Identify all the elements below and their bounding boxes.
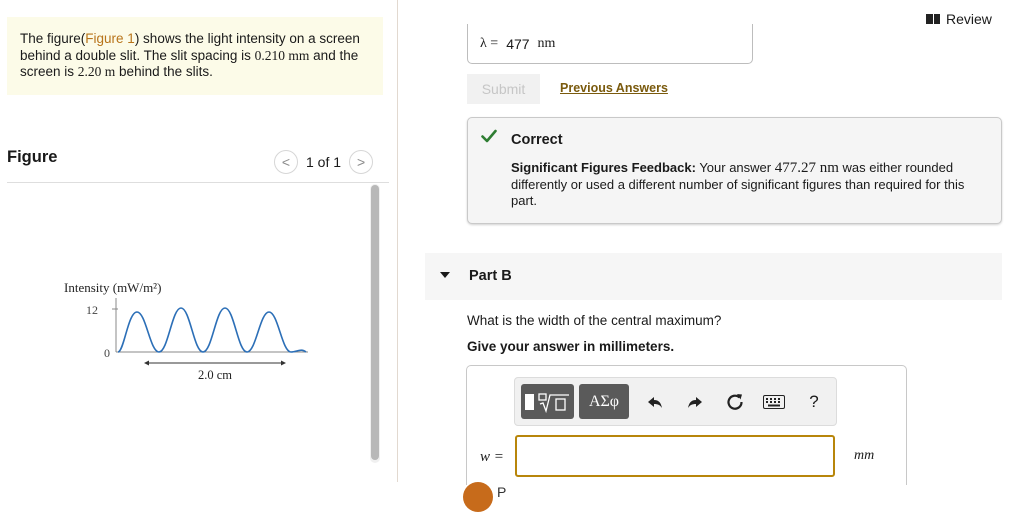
figure-divider [7, 182, 389, 183]
templates-button[interactable] [521, 384, 574, 419]
span-arrow-right [281, 360, 286, 366]
part-b-title[interactable]: Part B [469, 268, 512, 284]
feedback-value: 477.27 nm [774, 160, 839, 176]
previous-answers-link[interactable]: Previous Answers [560, 81, 668, 95]
book-icon [926, 14, 940, 24]
feedback-text: Significant Figures Feedback: Your answe… [511, 160, 965, 208]
previous-figure-button[interactable]: < [274, 150, 298, 174]
figure-heading: Figure [7, 148, 58, 166]
plot-ytick-bottom: 0 [104, 346, 110, 360]
plot-ylabel: Intensity (mW/m²) [64, 280, 161, 295]
sqrt-template-icon [537, 392, 569, 413]
figure-page-indicator: 1 of 1 [306, 154, 342, 170]
intensity-plot: Intensity (mW/m²) 12 0 2.0 cm [64, 280, 308, 382]
pane-divider [397, 0, 398, 482]
next-figure-button[interactable]: > [349, 150, 374, 174]
feedback-title: Correct [511, 132, 563, 148]
intensity-curve [117, 307, 307, 353]
slit-spacing-value: 0.210 mm [254, 47, 310, 63]
answer-variable: λ = [480, 35, 499, 51]
template-block-icon [524, 393, 534, 410]
part-b-unit: mm [854, 448, 875, 463]
reset-icon[interactable] [724, 391, 746, 413]
part-b-answer-input[interactable] [515, 435, 835, 477]
submit-button[interactable]: Submit [467, 74, 540, 104]
screen-distance-value: 2.20 m [77, 64, 116, 79]
help-button[interactable]: ? [803, 391, 825, 413]
feedback-panel: Correct Significant Figures Feedback: Yo… [467, 117, 1002, 224]
figure-pager: < 1 of 1 > [274, 150, 374, 174]
figure-link[interactable]: Figure 1 [85, 31, 135, 46]
span-arrow-left [144, 360, 149, 366]
keyboard-icon[interactable] [762, 391, 786, 413]
greek-symbols-button[interactable]: ΑΣφ [579, 384, 629, 419]
part-a-answer-box: λ = 477 nm [467, 24, 753, 64]
part-b-question: What is the width of the central maximum… [467, 313, 722, 328]
span-label: 2.0 cm [198, 368, 232, 382]
part-b-variable: w = [480, 449, 504, 465]
collapse-triangle-icon[interactable] [440, 272, 450, 278]
problem-statement: The figure(Figure 1) shows the light int… [7, 17, 383, 95]
redo-icon[interactable] [684, 391, 706, 413]
plot-ytick-top: 12 [86, 303, 98, 317]
brand-logo-icon [463, 482, 493, 512]
review-link[interactable]: Review [926, 11, 992, 27]
check-icon [481, 129, 497, 143]
answer-value: 477 [506, 35, 530, 52]
part-b-instruction: Give your answer in millimeters. [467, 339, 675, 354]
answer-unit: nm [537, 35, 556, 51]
figure-scrollbar-thumb[interactable] [371, 185, 379, 460]
footer-text: P [497, 484, 507, 500]
undo-icon[interactable] [644, 391, 666, 413]
